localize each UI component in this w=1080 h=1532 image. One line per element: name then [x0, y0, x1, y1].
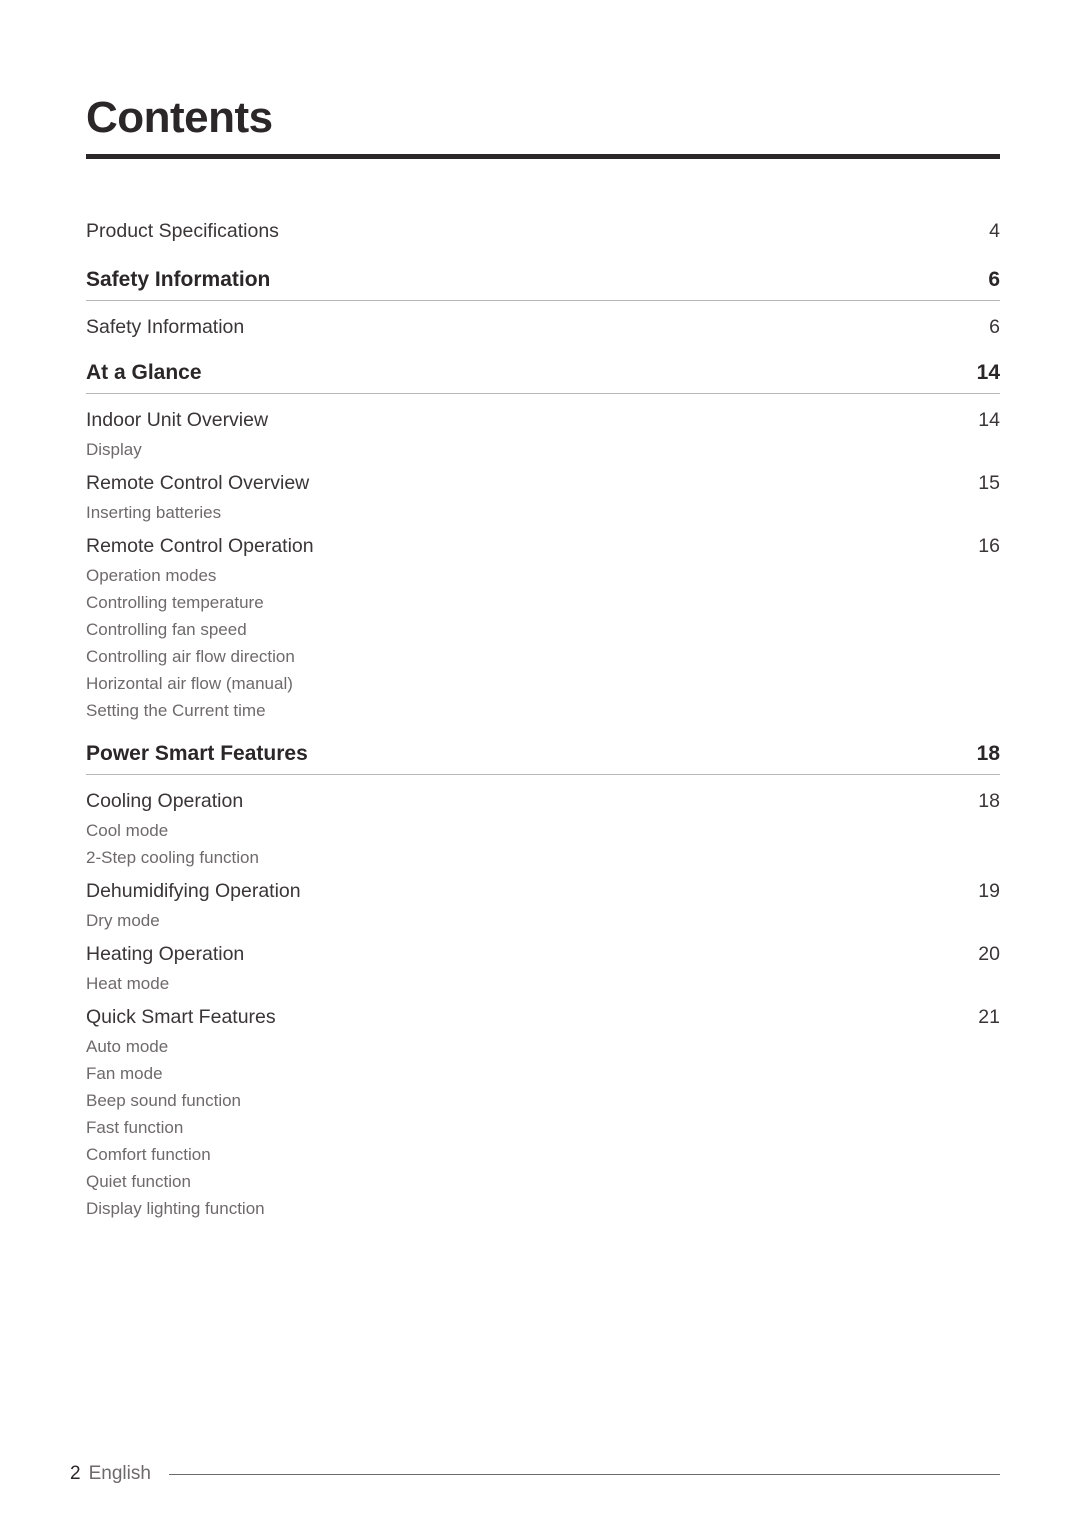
page-title: Contents	[86, 93, 273, 142]
toc-sub-entry[interactable]: Heat mode	[86, 970, 1000, 997]
toc-entry[interactable]: Remote Control Operation 16	[86, 526, 1000, 562]
toc-section-rule	[86, 300, 1000, 301]
toc-top-entry[interactable]: Product Specifications 4	[86, 212, 1000, 250]
toc-entry-label: Power Smart Features	[86, 742, 308, 765]
toc-entry-label: Heating Operation	[86, 943, 245, 965]
toc-section-rule	[86, 393, 1000, 394]
toc-sub-entry[interactable]: Comfort function	[86, 1141, 1000, 1168]
toc-sub-entry[interactable]: Setting the Current time	[86, 697, 1000, 724]
toc-sub-entry[interactable]: Fast function	[86, 1114, 1000, 1141]
toc-sub-entry[interactable]: Dry mode	[86, 907, 1000, 934]
toc-entry[interactable]: Remote Control Overview 15	[86, 463, 1000, 499]
toc-page-number: 16	[978, 535, 1000, 557]
toc-entry-label: Cooling Operation	[86, 790, 244, 812]
toc-page-number: 18	[976, 742, 1000, 765]
toc-sub-entry[interactable]: Controlling air flow direction	[86, 643, 1000, 670]
toc-page-number: 15	[978, 472, 1000, 494]
toc-sub-entry[interactable]: Horizontal air flow (manual)	[86, 670, 1000, 697]
toc-section-heading[interactable]: Power Smart Features 18	[86, 724, 1000, 774]
toc-entry[interactable]: Dehumidifying Operation 19	[86, 871, 1000, 907]
toc-entry[interactable]: Safety Information 6	[86, 307, 1000, 343]
toc-sub-entry[interactable]: Inserting batteries	[86, 499, 1000, 526]
toc-page-number: 20	[978, 943, 1000, 965]
document-page: Contents Product Specifications 4 Safety I…	[0, 0, 1080, 1532]
toc-sub-entry[interactable]: Display lighting function	[86, 1195, 1000, 1222]
toc-section-heading[interactable]: Safety Information 6	[86, 250, 1000, 300]
toc-entry-label: Product Specifications	[86, 220, 279, 242]
toc-sub-entry[interactable]: Display	[86, 436, 1000, 463]
toc-entry-label: Safety Information	[86, 316, 245, 338]
toc-section-rule	[86, 774, 1000, 775]
toc-page-number: 4	[989, 220, 1000, 242]
toc-entry-label: At a Glance	[86, 361, 202, 384]
toc-page-number: 6	[989, 316, 1000, 338]
toc-page-number: 21	[978, 1006, 1000, 1028]
toc-page-number: 14	[978, 409, 1000, 431]
toc-page-number: 6	[988, 268, 1000, 291]
toc-sub-entry[interactable]: Cool mode	[86, 817, 1000, 844]
toc-page-number: 14	[976, 361, 1000, 384]
toc-entry-label: Quick Smart Features	[86, 1006, 276, 1028]
toc-entry-label: Dehumidifying Operation	[86, 880, 301, 902]
toc-sub-entry[interactable]: Auto mode	[86, 1033, 1000, 1060]
toc-entry-label: Safety Information	[86, 268, 271, 291]
toc-entry[interactable]: Quick Smart Features 21	[86, 997, 1000, 1033]
table-of-contents: Product Specifications 4 Safety Informatio…	[86, 212, 1000, 1222]
toc-sub-entry[interactable]: Quiet function	[86, 1168, 1000, 1195]
title-block: Contents	[86, 96, 1000, 159]
footer-page-number: 2	[70, 1463, 81, 1484]
toc-entry-label: Remote Control Overview	[86, 472, 310, 494]
toc-entry[interactable]: Indoor Unit Overview 14	[86, 400, 1000, 436]
toc-entry[interactable]: Cooling Operation 18	[86, 781, 1000, 817]
toc-page-number: 18	[978, 790, 1000, 812]
page-footer: 2 English	[70, 1463, 1000, 1485]
toc-entry[interactable]: Heating Operation 20	[86, 934, 1000, 970]
toc-page-number: 19	[978, 880, 1000, 902]
toc-sub-entry[interactable]: Beep sound function	[86, 1087, 1000, 1114]
toc-section-heading[interactable]: At a Glance 14	[86, 343, 1000, 393]
toc-sub-entry[interactable]: Fan mode	[86, 1060, 1000, 1087]
footer-language-label: English	[88, 1463, 151, 1484]
footer-rule	[168, 1473, 1000, 1475]
toc-sub-entry[interactable]: Operation modes	[86, 562, 1000, 589]
toc-entry-label: Remote Control Operation	[86, 535, 314, 557]
toc-entry-label: Indoor Unit Overview	[86, 409, 269, 431]
title-underline-rule	[86, 154, 1000, 159]
toc-sub-entry[interactable]: Controlling fan speed	[86, 616, 1000, 643]
toc-sub-entry[interactable]: Controlling temperature	[86, 589, 1000, 616]
toc-sub-entry[interactable]: 2-Step cooling function	[86, 844, 1000, 871]
